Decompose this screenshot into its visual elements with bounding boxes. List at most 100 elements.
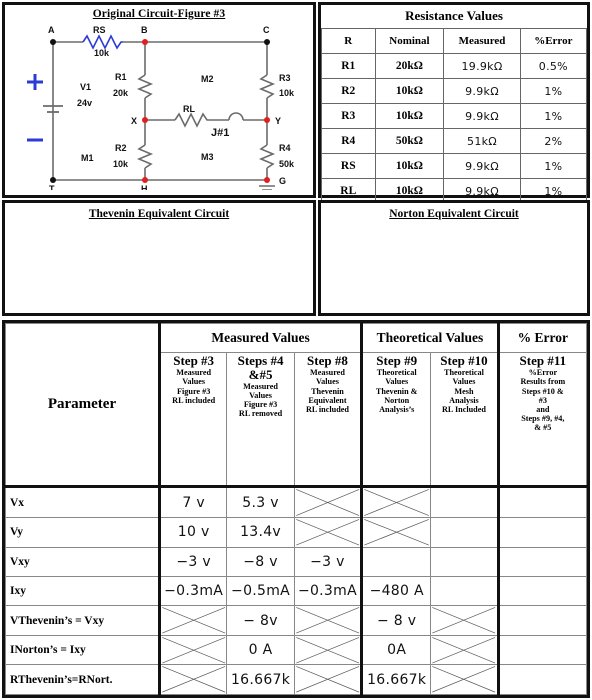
mesh-m2: M2 [201, 74, 214, 84]
res-nominal: 10kΩ [374, 78, 445, 104]
value-cell[interactable] [497, 485, 588, 519]
value-cell[interactable] [430, 485, 500, 519]
original-circuit-panel: Original Circuit-Figure #3 A B C X Y T H… [2, 2, 316, 198]
table-row: RThevenin’s=RNort. 16.667k 16.667k [5, 664, 588, 695]
step-title: Step #10 [440, 353, 488, 369]
step-header-3: Step #3 Measured Values Figure #3 RL inc… [158, 352, 228, 488]
thevenin-equivalent-panel: Thevenin Equivalent Circuit [2, 200, 316, 316]
value-cell[interactable]: −8 v [226, 546, 295, 578]
value-cell[interactable] [430, 634, 500, 666]
value-cell[interactable]: 16.667k [361, 664, 432, 695]
value-cell[interactable]: 0 A [226, 634, 295, 666]
table-row: INorton’s = Ixy 0 A 0A [5, 634, 588, 666]
r4-resistor-symbol [258, 144, 276, 169]
resistance-values-panel: Resistance Values R Nominal Measured %Er… [318, 2, 590, 204]
value-cell[interactable]: −3 v [158, 546, 228, 578]
resistance-table-caption: Resistance Values [405, 8, 503, 23]
value-cell[interactable] [430, 546, 500, 578]
table-row: R4 50kΩ 51kΩ 2% [321, 128, 588, 154]
r3-value: 10k [279, 88, 295, 98]
r3-resistor-symbol [258, 74, 276, 99]
value-cell[interactable]: − 8v [226, 605, 295, 636]
step-title: Step #9 [376, 353, 418, 369]
rl-label: RL [183, 104, 195, 114]
handwritten-value: 5.3 v [242, 494, 279, 511]
table-row: Ixy −0.3mA −0.5mA −0.3mA −480 A [5, 575, 588, 607]
table-row: R2 10kΩ 9.9kΩ 1% [321, 78, 588, 104]
crossed-out-icon [295, 489, 359, 516]
circuit-title: Original Circuit-Figure #3 [92, 8, 226, 20]
crossed-out-icon [432, 607, 496, 634]
res-measured: 51kΩ [443, 128, 521, 154]
value-cell[interactable] [497, 546, 588, 578]
lab-worksheet-page: Original Circuit-Figure #3 A B C X Y T H… [0, 0, 592, 700]
r2-label: R2 [115, 143, 127, 153]
handwritten-value: 7 v [182, 494, 205, 511]
value-cell[interactable]: −0.3mA [293, 575, 364, 607]
table-row: Vxy −3 v −8 v −3 v [5, 546, 588, 578]
node-label-a: A [48, 25, 55, 35]
rs-resistor-symbol [82, 34, 123, 50]
value-cell[interactable] [430, 664, 500, 695]
r2-resistor-symbol [136, 144, 154, 169]
value-cell[interactable] [497, 664, 588, 695]
parameter-results-table: Parameter Measured Values Theoretical Va… [5, 322, 588, 695]
step-header-9: Step #9 Theoretical Values Thevenin & No… [361, 352, 432, 488]
value-cell[interactable]: −0.3mA [158, 575, 228, 607]
step-header-8: Step #8 Measured Values Thevenin Equival… [293, 352, 364, 488]
handwritten-value: 0 A [248, 642, 273, 659]
col-header-nominal: Nominal [374, 28, 445, 54]
step-title: Step #8 [307, 353, 348, 369]
value-cell[interactable]: −480 A [361, 575, 432, 607]
value-cell[interactable] [497, 605, 588, 636]
rl-resistor-symbol [174, 112, 211, 128]
group-header-measured: Measured Values [158, 322, 364, 354]
value-cell[interactable]: 0A [361, 634, 432, 666]
value-cell[interactable] [158, 634, 228, 666]
value-cell[interactable] [361, 517, 432, 548]
node-label-t: T [49, 184, 55, 190]
handwritten-value: 0A [387, 642, 407, 659]
value-cell[interactable]: 16.667k [226, 664, 295, 695]
value-cell[interactable] [361, 485, 432, 519]
value-cell[interactable]: −0.5mA [226, 575, 295, 607]
step-header-11: Step #11 %Error Results from Steps #10 &… [497, 352, 588, 488]
res-nominal: 10kΩ [374, 103, 445, 129]
value-cell[interactable] [497, 517, 588, 548]
crossed-out-icon [432, 666, 496, 693]
value-cell[interactable] [430, 605, 500, 636]
step-title: Step #11 [519, 353, 567, 369]
value-cell[interactable] [293, 634, 364, 666]
crossed-out-icon [162, 637, 226, 664]
value-cell[interactable]: − 8 v [361, 605, 432, 636]
value-cell[interactable]: 13.4v [226, 517, 295, 548]
value-cell[interactable] [430, 517, 500, 548]
thevenin-title: Thevenin Equivalent Circuit [88, 208, 230, 220]
value-cell[interactable]: −3 v [293, 546, 364, 578]
crossed-out-icon [364, 489, 430, 516]
handwritten-value: −0.3mA [297, 583, 357, 600]
mesh-m3: M3 [201, 152, 214, 162]
crossed-out-icon [295, 519, 359, 546]
value-cell[interactable]: 7 v [158, 485, 228, 519]
value-cell[interactable] [158, 664, 228, 695]
value-cell[interactable] [361, 546, 432, 578]
rs-value: 10k [94, 48, 110, 58]
res-error: 0.5% [519, 53, 588, 79]
value-cell[interactable]: 5.3 v [226, 485, 295, 519]
value-cell[interactable] [497, 634, 588, 666]
value-cell[interactable] [430, 575, 500, 607]
value-cell[interactable] [293, 605, 364, 636]
crossed-out-icon [432, 637, 496, 664]
value-cell[interactable] [293, 517, 364, 548]
value-cell[interactable] [293, 664, 364, 695]
r4-value: 50k [279, 159, 295, 169]
res-nominal: 20kΩ [374, 53, 445, 79]
handwritten-value: −3 v [176, 553, 211, 570]
value-cell[interactable]: 10 v [158, 517, 228, 548]
value-cell[interactable] [158, 605, 228, 636]
value-cell[interactable] [293, 485, 364, 519]
handwritten-value: 10 v [177, 524, 210, 541]
value-cell[interactable] [497, 575, 588, 607]
table-row: RS 10kΩ 9.9kΩ 1% [321, 153, 588, 179]
